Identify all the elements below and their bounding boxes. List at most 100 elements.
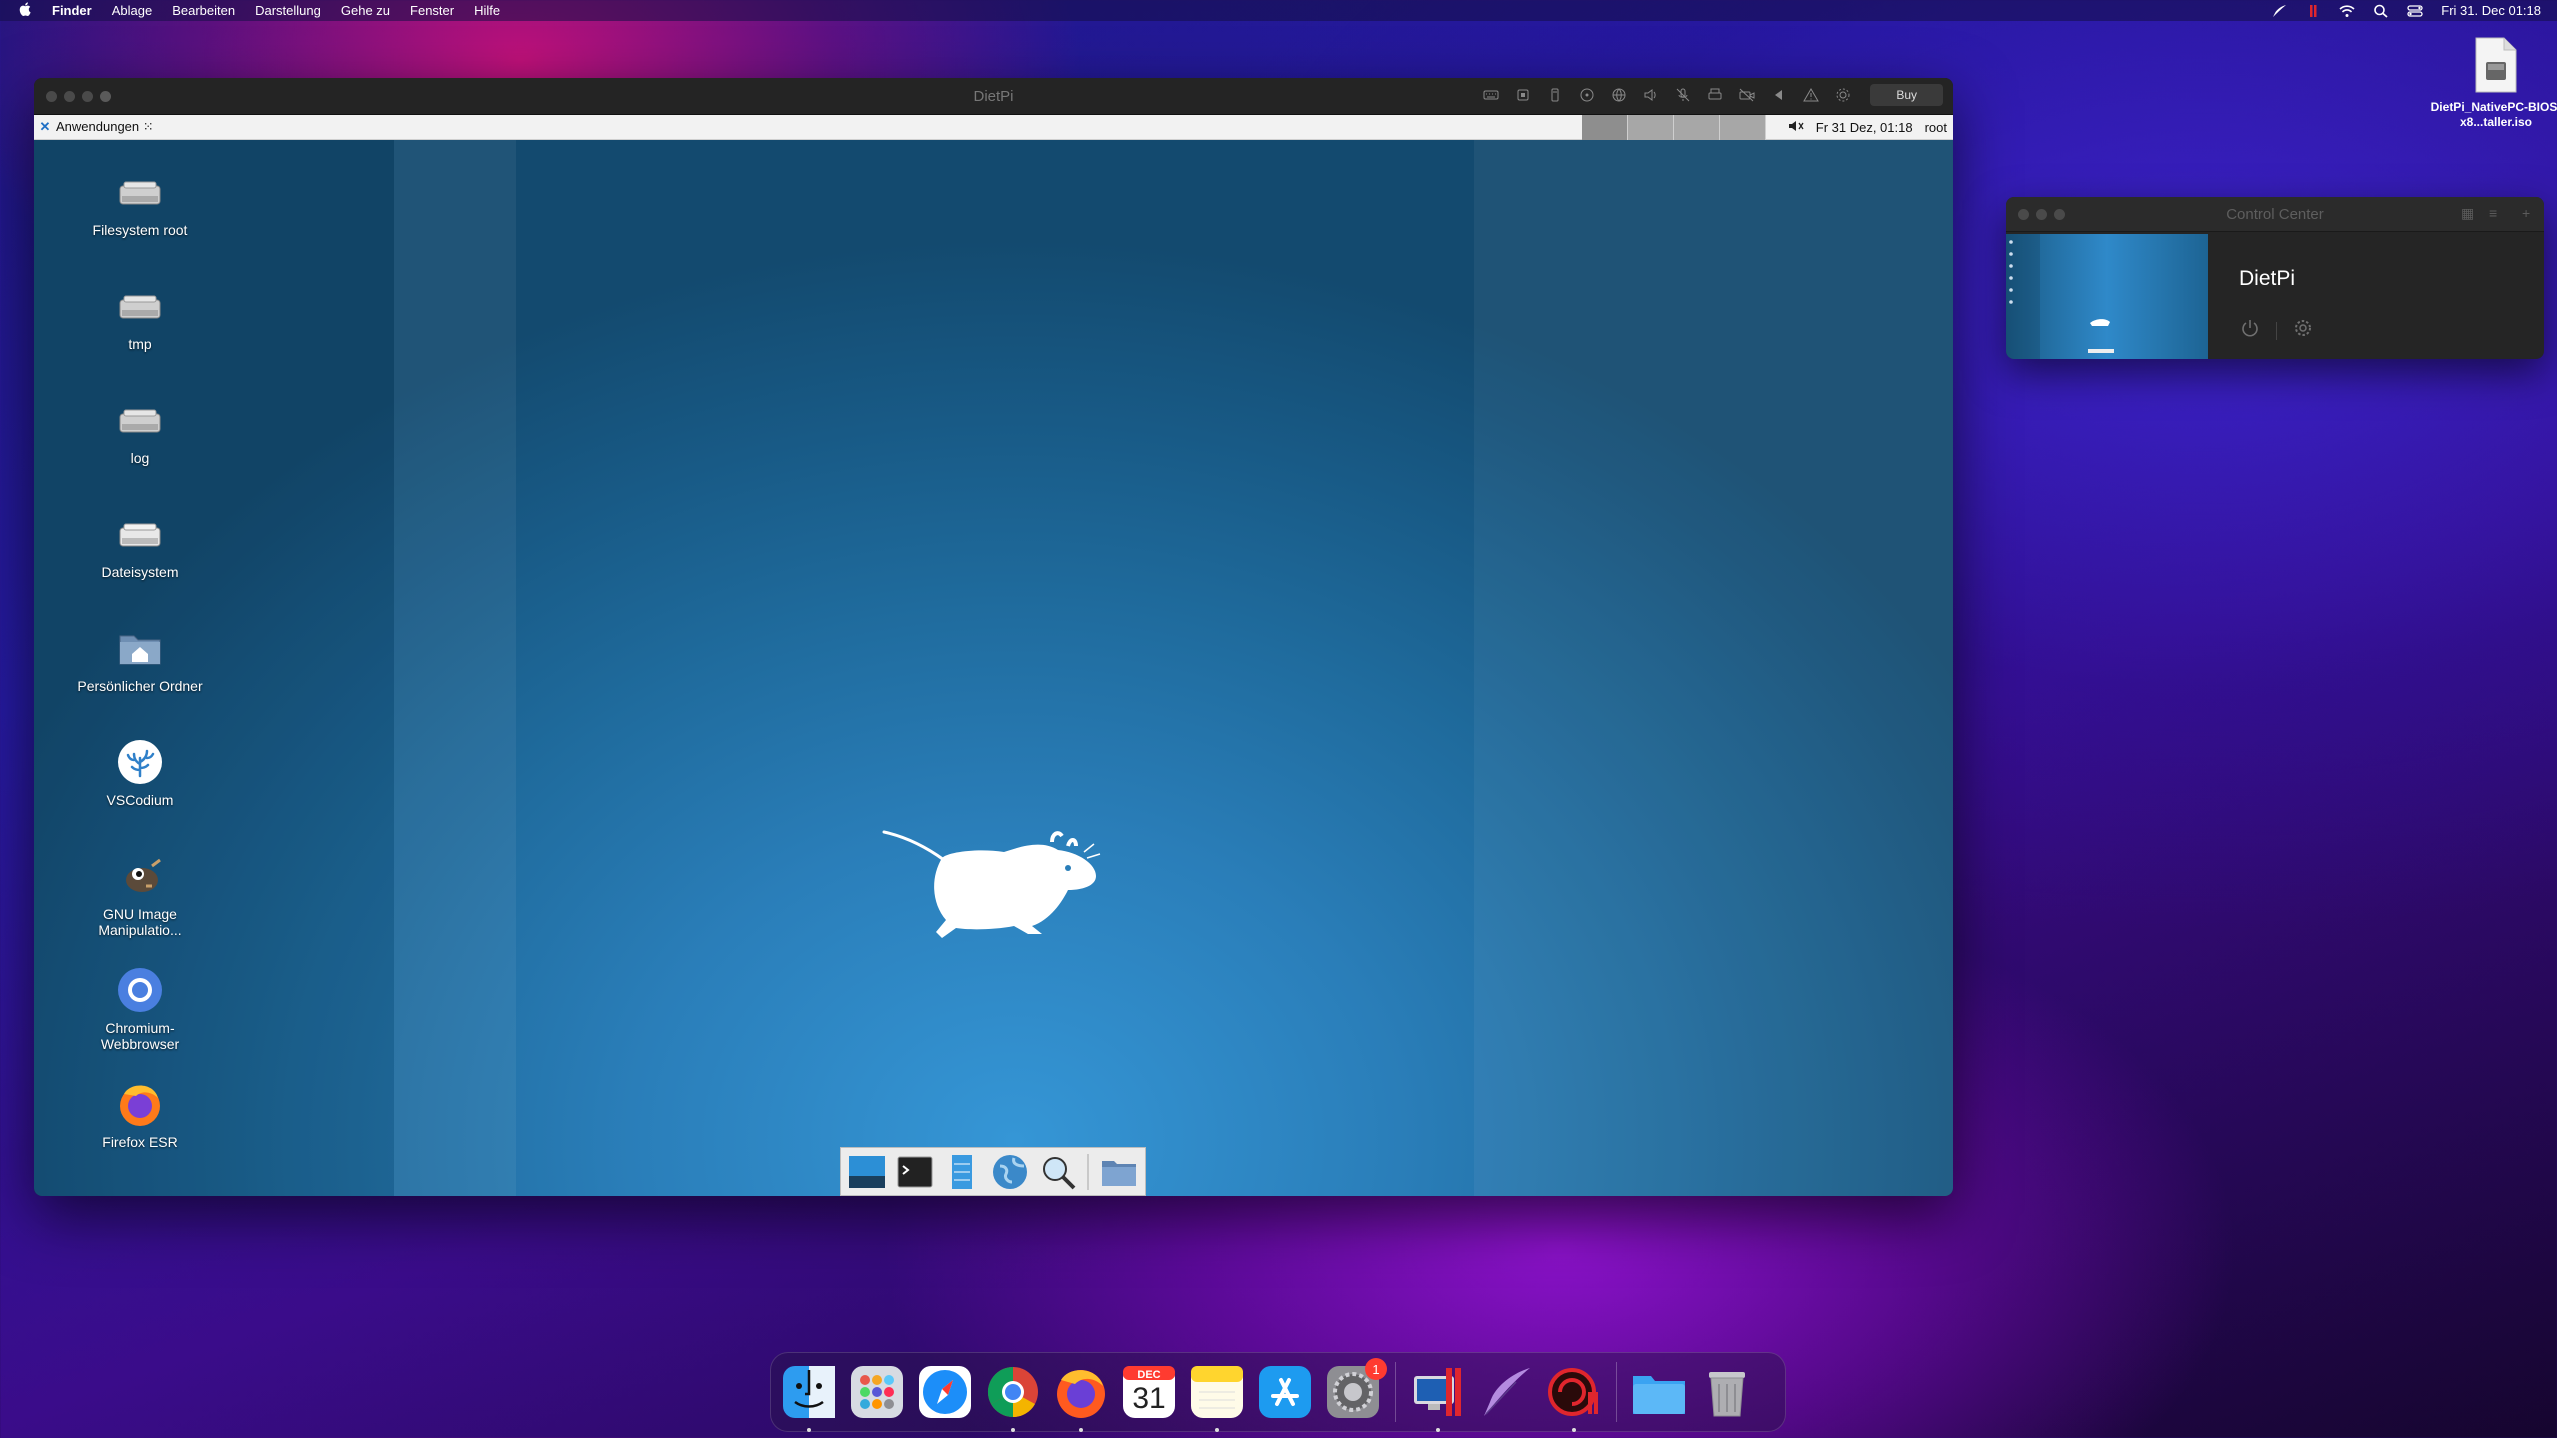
dock-chrome[interactable]	[983, 1362, 1043, 1432]
workspace-4[interactable]	[1720, 115, 1766, 140]
running-indicator	[807, 1428, 811, 1432]
search-launcher[interactable]	[1036, 1151, 1080, 1193]
menu-fenster[interactable]: Fenster	[410, 3, 454, 18]
power-icon[interactable]	[2240, 318, 2260, 343]
desktop-icon-gimp[interactable]: GNU Image Manipulatio...	[70, 852, 210, 938]
dock-downloads-folder[interactable]	[1629, 1362, 1689, 1422]
buy-button[interactable]: Buy	[1870, 84, 1943, 106]
keyboard-icon[interactable]	[1480, 84, 1502, 106]
desktop-icon-tmp[interactable]: tmp	[70, 282, 210, 352]
gear-icon[interactable]	[1832, 84, 1854, 106]
show-desktop-button[interactable]	[845, 1151, 889, 1193]
control-center-icon[interactable]	[2407, 4, 2423, 18]
dock-parallels-toolbox[interactable]	[1544, 1362, 1604, 1432]
web-browser-launcher[interactable]	[988, 1151, 1032, 1193]
menubar-clock[interactable]: Fri 31. Dec 01:18	[2441, 3, 2541, 18]
desktop-icon-firefox[interactable]: Firefox ESR	[70, 1080, 210, 1150]
firefox-icon	[116, 1080, 164, 1128]
menu-finder[interactable]: Finder	[52, 3, 92, 18]
xfce-logo-icon: ✕	[39, 119, 51, 134]
cpu-icon[interactable]	[1512, 84, 1534, 106]
parallels-status-icon[interactable]	[2305, 4, 2321, 18]
dock-calendar[interactable]: DEC 31	[1119, 1362, 1179, 1422]
workspace-switcher	[1582, 115, 1766, 140]
desktop-icon-filesystem-root[interactable]: Filesystem root	[70, 168, 210, 238]
menu-gehe-zu[interactable]: Gehe zu	[341, 3, 390, 18]
menu-hilfe[interactable]: Hilfe	[474, 3, 500, 18]
dock-finder[interactable]	[779, 1362, 839, 1432]
control-center-window: Control Center ▦ ≡ + DietPi	[2006, 197, 2544, 359]
applications-menu-label: Anwendungen ⁙	[56, 119, 154, 134]
menu-darstellung[interactable]: Darstellung	[255, 3, 321, 18]
vm-name: DietPi	[2239, 267, 2296, 290]
macos-menubar: Finder Ablage Bearbeiten Darstellung Geh…	[0, 0, 2557, 21]
desktop-icon-vscodium[interactable]: VSCodium	[70, 738, 210, 808]
chromium-icon	[116, 966, 164, 1014]
wallpaper-stripe	[1474, 140, 1953, 1196]
control-center-titlebar[interactable]: Control Center ▦ ≡ +	[2006, 197, 2544, 232]
dock-firefox[interactable]	[1051, 1362, 1111, 1432]
alert-icon[interactable]	[1800, 84, 1822, 106]
desktop-icon-dateisystem[interactable]: Dateisystem	[70, 510, 210, 580]
workspace-1[interactable]	[1582, 115, 1628, 140]
desktop-icon-chromium[interactable]: Chromium-Webbrowser	[70, 966, 210, 1052]
disk-image-icon	[2474, 36, 2518, 94]
desktop-icon-label: log	[130, 450, 150, 466]
drive-icon	[116, 168, 164, 216]
panel-user[interactable]: root	[1925, 120, 1947, 135]
desktop-icon-label: Dateisystem	[101, 564, 179, 580]
dock-parallels-desktop[interactable]	[1408, 1362, 1468, 1432]
calendar-month: DEC	[1137, 1369, 1161, 1381]
dock-notes[interactable]	[1187, 1362, 1247, 1432]
wifi-icon[interactable]	[2339, 4, 2355, 18]
wallpaper-stripe	[394, 140, 516, 1196]
desktop-icon-label: tmp	[128, 336, 152, 352]
add-icon[interactable]: +	[2522, 205, 2530, 221]
dock-safari[interactable]	[915, 1362, 975, 1422]
disc-icon[interactable]	[1576, 84, 1598, 106]
dock-system-preferences[interactable]: 1	[1323, 1358, 1387, 1422]
dock-feather-app[interactable]	[1476, 1362, 1536, 1422]
drive-icon	[116, 510, 164, 558]
sound-icon[interactable]	[1640, 84, 1662, 106]
workspace-2[interactable]	[1628, 115, 1674, 140]
feather-status-icon[interactable]	[2271, 4, 2287, 18]
printer-icon[interactable]	[1704, 84, 1726, 106]
folder-launcher[interactable]	[1097, 1151, 1141, 1193]
desktop-icon-label: VSCodium	[106, 792, 174, 808]
menu-ablage[interactable]: Ablage	[112, 3, 152, 18]
file-manager-launcher[interactable]	[940, 1151, 984, 1193]
vm-titlebar[interactable]: DietPi Buy	[34, 78, 1953, 115]
xfce-desktop[interactable]: Filesystem root tmp log Dateisystem Pers…	[34, 140, 1953, 1196]
panel-clock[interactable]: Fr 31 Dez, 01:18	[1816, 120, 1913, 135]
usb-icon[interactable]	[1544, 84, 1566, 106]
network-icon[interactable]	[1608, 84, 1630, 106]
spotlight-search-icon[interactable]	[2373, 4, 2389, 18]
grid-view-icon[interactable]: ▦	[2461, 205, 2474, 222]
volume-icon[interactable]	[1788, 119, 1804, 136]
list-view-icon[interactable]: ≡	[2489, 205, 2497, 221]
desktop-iso-file[interactable]: DietPi_NativePC-BIOS-x8...taller.iso	[2426, 36, 2557, 130]
apple-menu-icon[interactable]	[18, 2, 32, 19]
divider	[2276, 321, 2277, 340]
vm-thumbnail[interactable]	[2006, 234, 2208, 359]
vm-window: DietPi Buy ✕ Anwendungen ⁙ Fr 31 Dez, 01…	[34, 78, 1953, 1196]
desktop-icon-home-folder[interactable]: Persönlicher Ordner	[70, 624, 210, 694]
desktop-icon-label: Filesystem root	[92, 222, 188, 238]
settings-gear-icon[interactable]	[2293, 318, 2313, 343]
camera-off-icon[interactable]	[1736, 84, 1758, 106]
dock-trash[interactable]	[1697, 1362, 1757, 1422]
calendar-day: 31	[1132, 1382, 1166, 1415]
xfce-top-panel: ✕ Anwendungen ⁙ Fr 31 Dez, 01:18 root	[34, 115, 1953, 140]
dock-launchpad[interactable]	[847, 1362, 907, 1422]
running-indicator	[1572, 1428, 1576, 1432]
applications-menu[interactable]: ✕ Anwendungen ⁙	[34, 119, 154, 135]
menu-bearbeiten[interactable]: Bearbeiten	[172, 3, 235, 18]
back-icon[interactable]	[1768, 84, 1790, 106]
dock-separator	[1616, 1362, 1617, 1422]
dock-app-store[interactable]	[1255, 1362, 1315, 1422]
microphone-off-icon[interactable]	[1672, 84, 1694, 106]
desktop-icon-log[interactable]: log	[70, 396, 210, 466]
workspace-3[interactable]	[1674, 115, 1720, 140]
terminal-launcher[interactable]	[893, 1151, 937, 1193]
